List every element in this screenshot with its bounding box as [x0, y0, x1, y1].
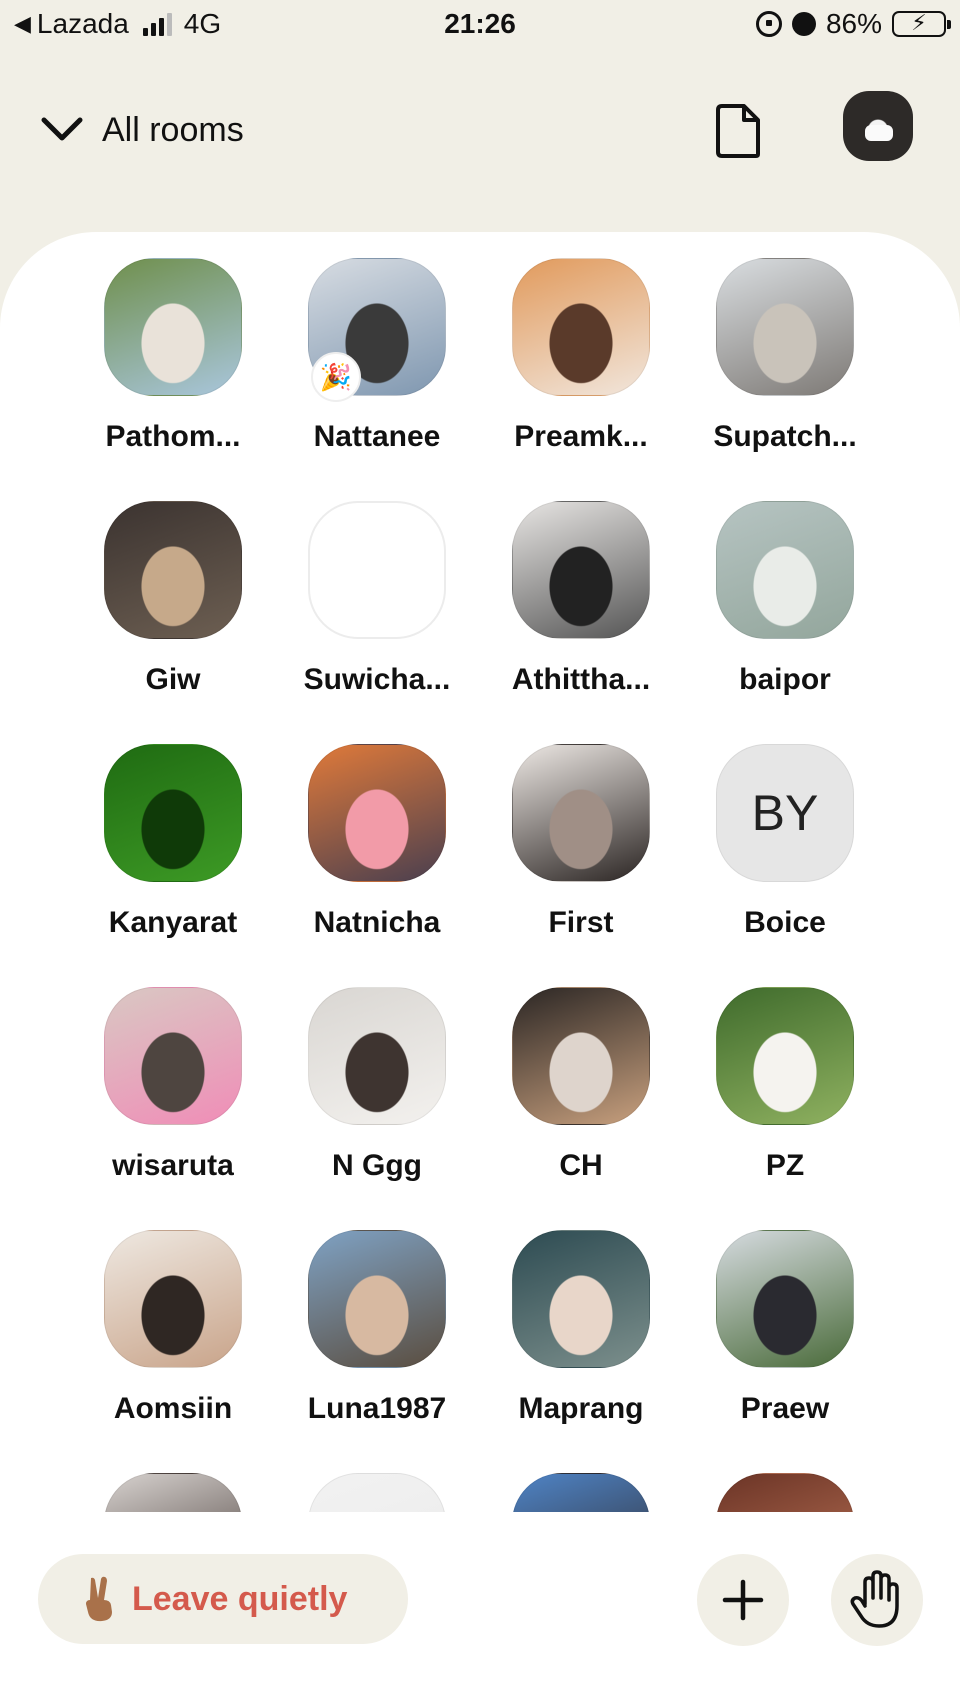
person-name: wisaruta	[112, 1149, 234, 1182]
person-avatar[interactable]	[104, 501, 242, 639]
person-name: PZ	[765, 1149, 805, 1182]
leave-quietly-button[interactable]: Leave quietly	[38, 1554, 408, 1644]
person-name: Athittha...	[511, 663, 651, 696]
leave-quietly-label: Leave quietly	[132, 1579, 348, 1618]
victory-hand-icon	[86, 1576, 112, 1622]
person-avatar[interactable]	[512, 1230, 650, 1368]
person-name: N Ggg	[332, 1149, 422, 1182]
person-avatar[interactable]	[716, 501, 854, 639]
person-name: Giw	[145, 663, 201, 696]
person-name: Preamk...	[514, 420, 648, 453]
alarm-icon	[791, 12, 816, 36]
plus-icon	[722, 1579, 764, 1621]
person-avatar[interactable]	[308, 987, 446, 1125]
person-avatar[interactable]	[104, 258, 242, 396]
person-avatar[interactable]	[104, 987, 242, 1125]
bottom-bar: Leave quietly	[0, 1512, 960, 1707]
raise-hand-button[interactable]	[831, 1554, 923, 1646]
person-name: Nattanee	[313, 420, 441, 453]
person-name: baipor	[739, 663, 831, 696]
person-avatar[interactable]	[104, 1473, 242, 1512]
person-name: Aomsiin	[113, 1392, 233, 1425]
person-avatar[interactable]: BY	[716, 744, 854, 882]
person-avatar[interactable]	[716, 258, 854, 396]
person-name: Suwicha...	[303, 663, 451, 696]
all-rooms-dropdown[interactable]: All rooms	[38, 106, 244, 154]
person-avatar[interactable]	[512, 987, 650, 1125]
person-avatar[interactable]	[512, 744, 650, 882]
avatar-mask	[865, 125, 893, 141]
person-name: Maprang	[518, 1392, 644, 1425]
room-card: Pathom... 🎉 Nattanee Preamk... Supatch... Giw…	[0, 232, 960, 1512]
person-avatar[interactable]	[716, 1473, 854, 1512]
raise-hand-icon	[850, 1570, 899, 1628]
add-button[interactable]	[697, 1554, 789, 1646]
person-avatar[interactable]	[716, 987, 854, 1125]
person-avatar[interactable]	[104, 744, 242, 882]
status-right: 86% ⚡	[755, 8, 951, 40]
person-name: Pathom...	[105, 420, 241, 453]
document-icon[interactable]	[714, 102, 762, 160]
person-name: Luna1987	[307, 1392, 447, 1425]
person-avatar[interactable]	[104, 1230, 242, 1368]
all-rooms-label: All rooms	[102, 110, 244, 149]
rotation-lock-icon	[755, 11, 782, 37]
person-avatar[interactable]	[308, 744, 446, 882]
battery-percent: 86%	[825, 8, 882, 39]
person-name: Supatch...	[713, 420, 857, 453]
celebration-badge-icon: 🎉	[311, 352, 361, 402]
person-name: Kanyarat	[108, 906, 238, 939]
person-name: Natnicha	[313, 906, 441, 939]
person-name: Praew	[740, 1392, 830, 1425]
person-avatar[interactable]	[512, 1473, 650, 1512]
battery-charging-icon: ⚡	[892, 10, 951, 37]
person-avatar[interactable]	[512, 258, 650, 396]
charging-bolt-icon: ⚡	[911, 10, 927, 35]
header: All rooms	[0, 90, 960, 180]
status-bar: ◀ Lazada 4G 21:26 86% ⚡	[0, 0, 960, 50]
person-name: First	[548, 906, 614, 939]
person-avatar[interactable]	[308, 1230, 446, 1368]
person-name: CH	[559, 1149, 603, 1182]
person-avatar[interactable]	[512, 501, 650, 639]
person-avatar[interactable]	[716, 1230, 854, 1368]
person-avatar[interactable]	[308, 1473, 446, 1512]
person-name: Boice	[744, 906, 826, 939]
person-avatar[interactable]	[308, 501, 446, 639]
chevron-down-icon	[41, 117, 83, 141]
profile-avatar[interactable]	[843, 91, 913, 161]
